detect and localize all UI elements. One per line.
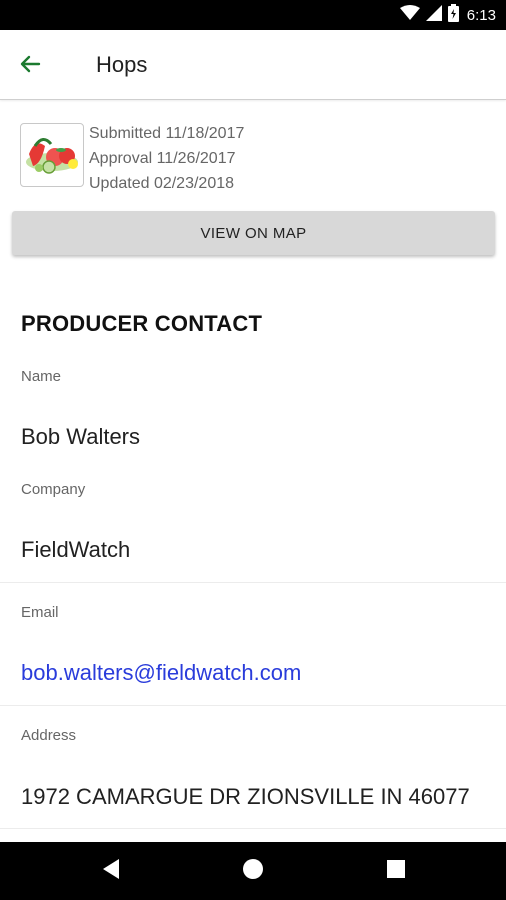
status-icons: 6:13 [399, 3, 496, 27]
record-dates: Submitted 11/18/2017 Approval 11/26/2017… [89, 121, 244, 196]
battery-icon [447, 3, 459, 27]
email-label: Email [21, 604, 59, 621]
updated-date: Updated 02/23/2018 [89, 175, 235, 192]
email-link[interactable]: bob.walters@fieldwatch.com [21, 660, 301, 686]
nav-recents-button[interactable] [381, 856, 411, 886]
approval-date: Approval 11/26/2017 [89, 150, 236, 167]
app-bar: Hops [0, 30, 506, 100]
cell-signal-icon [425, 4, 442, 26]
nav-home-button[interactable] [238, 856, 268, 886]
status-bar: 6:13 [0, 0, 506, 30]
nav-back-icon [101, 858, 121, 885]
name-value: Bob Walters [21, 424, 141, 449]
company-label: Company [21, 481, 86, 498]
back-button[interactable] [14, 50, 46, 82]
section-title-producer-contact: PRODUCER CONTACT [21, 311, 263, 336]
nav-home-icon [242, 858, 264, 885]
name-label: Name [21, 368, 62, 385]
divider [0, 582, 506, 583]
view-on-map-button[interactable]: VIEW ON MAP [12, 211, 495, 255]
submitted-date: Submitted 11/18/2017 [89, 125, 245, 142]
divider [0, 705, 506, 706]
divider [0, 828, 506, 829]
arrow-back-icon [19, 53, 41, 80]
nav-back-button[interactable] [96, 856, 126, 886]
address-label: Address [21, 727, 77, 744]
vegetables-image [21, 138, 83, 186]
status-time: 6:13 [466, 6, 496, 24]
record-header: Submitted 11/18/2017 Approval 11/26/2017… [20, 123, 490, 192]
address-value: 1972 CAMARGUE DR ZIONSVILLE IN 46077 [21, 784, 470, 809]
system-nav-bar [0, 842, 506, 900]
record-thumbnail[interactable] [20, 123, 84, 187]
wifi-icon [399, 4, 420, 26]
page-title: Hops [96, 52, 148, 77]
company-value: FieldWatch [21, 537, 131, 562]
nav-recents-icon [387, 859, 405, 883]
